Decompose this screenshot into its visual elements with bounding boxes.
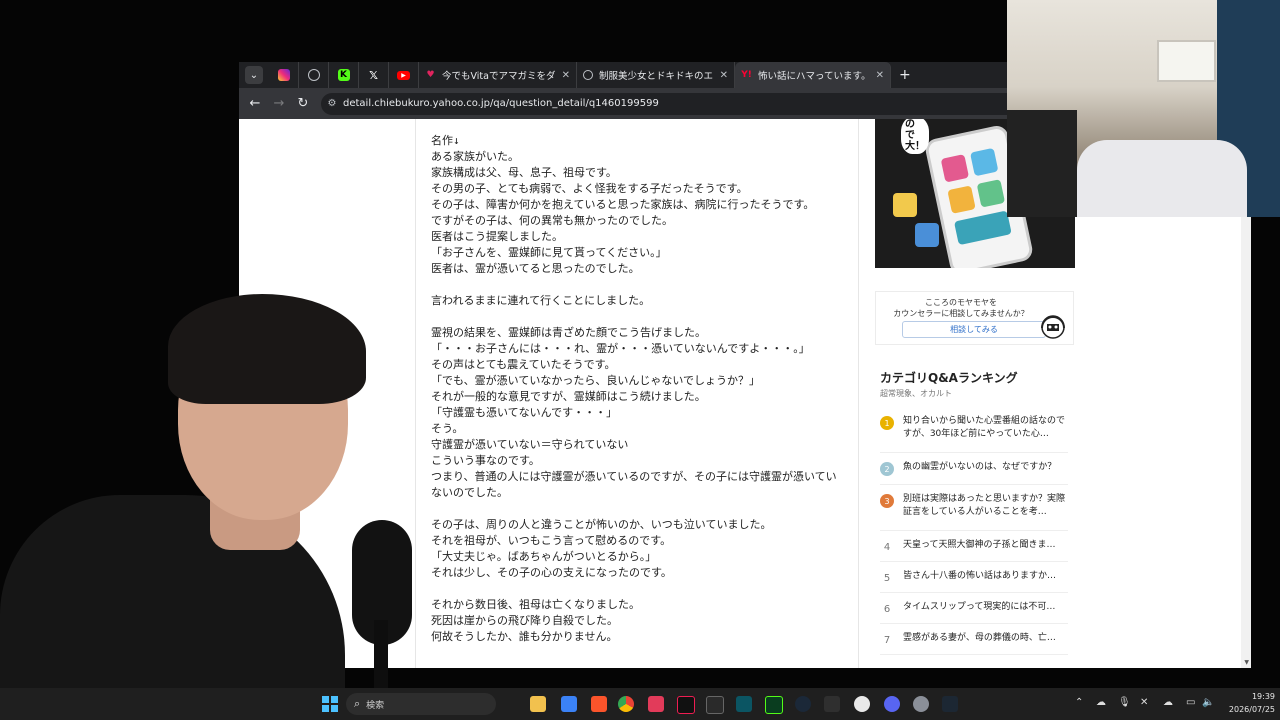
tab-title: 今でもVitaでアマガミをダウンロード (442, 71, 556, 82)
chiebukuro-icon: Y! (741, 70, 752, 80)
rank-number: 1 (880, 416, 894, 430)
consult-button[interactable]: 相談してみる (902, 321, 1046, 338)
ranking-item[interactable]: 1 知り合いから聞いた心霊番組の話なのですが、30年ほど前にやっていた心… (880, 407, 1068, 453)
pinned-tab-kick[interactable]: K (329, 62, 359, 88)
room-bed (1077, 140, 1247, 217)
pinned-tab-youtube[interactable]: ▶ (389, 62, 419, 88)
ranking-item[interactable]: 5 皆さん十八番の怖い話はありますか… (880, 562, 1068, 593)
settings-gear-icon[interactable] (913, 696, 929, 712)
ranking-title: カテゴリQ&Aランキング (880, 371, 1018, 385)
reload-icon[interactable]: ↻ (291, 96, 315, 111)
tab-title: 制服美少女とドキドキのエロチャット (599, 71, 714, 82)
ranking-item[interactable]: 4 天皇って天照大御神の子孫と聞きま… (880, 531, 1068, 562)
close-tab-icon[interactable]: ✕ (720, 70, 728, 81)
counsel-line-1: こころのモヤモヤを (925, 298, 997, 307)
blocked-icon (307, 69, 320, 81)
address-text: detail.chiebukuro.yahoo.co.jp/qa/questio… (343, 98, 659, 109)
rank-question-text: 魚の幽霊がいないのは、なぜですか？ (903, 462, 1057, 472)
close-tab-icon[interactable]: ✕ (876, 70, 884, 81)
ranking-item[interactable]: 2 魚の幽霊がいないのは、なぜですか？ (880, 453, 1068, 485)
answer-body-text: 名作↓ ある家族がいた。 家族構成は父、母、息子、祖母です。 その男の子、とても… (431, 134, 837, 643)
gift-icon (893, 193, 917, 217)
steam-icon[interactable] (795, 696, 811, 712)
app-icon[interactable] (824, 696, 840, 712)
globe-icon (583, 70, 593, 80)
clock-date[interactable]: 2026/07/25 (1217, 705, 1275, 714)
rank-number: 4 (883, 541, 891, 553)
pinned-tab-x[interactable]: 𝕏 (359, 62, 389, 88)
room-window (1157, 40, 1216, 82)
room-desk (1007, 110, 1077, 217)
rank-question-text: タイムスリップって現実的には不可… (903, 602, 1056, 612)
rank-number: 2 (880, 462, 894, 476)
mascot-icon (1041, 315, 1065, 339)
counsel-line-2: カウンセラーに相談してみませんか？ (893, 309, 1029, 318)
clock-time[interactable]: 19:39 (1245, 692, 1275, 701)
new-tab-button[interactable]: + (899, 67, 911, 83)
x-logo-icon: 𝕏 (369, 68, 378, 82)
discord-icon[interactable] (884, 696, 900, 712)
windows-start-icon[interactable] (322, 696, 338, 712)
back-arrow-icon[interactable]: ← (243, 96, 267, 111)
ad-text: の で 大！ (901, 119, 929, 154)
kick-icon: K (337, 69, 350, 81)
answer-column: 名作↓ ある家族がいた。 家族構成は父、母、息子、祖母です。 その男の子、とても… (415, 119, 859, 668)
obs-icon[interactable] (854, 696, 870, 712)
taskbar-search[interactable]: ⌕ 検索 (346, 693, 496, 715)
rank-number: 6 (883, 603, 891, 615)
tab-search-button[interactable]: ⌄ (245, 66, 263, 84)
pinned-tab-blocked[interactable] (299, 62, 329, 88)
file-explorer-icon[interactable] (530, 696, 546, 712)
network-icon[interactable]: ▭ (1186, 697, 1195, 708)
close-tab-icon[interactable]: ✕ (562, 70, 570, 81)
youtube-icon: ▶ (397, 70, 410, 80)
webcam-overlay (1007, 0, 1280, 217)
scroll-down-arrow-icon[interactable]: ▼ (1244, 659, 1249, 666)
tab-chat[interactable]: 制服美少女とドキドキのエロチャット ✕ (577, 62, 735, 88)
rank-question-text: 別班は実際はあったと思いますか？実際証言をしている人がいることを考… (903, 494, 1066, 517)
ranking-item[interactable]: 6 タイムスリップって現実的には不可… (880, 593, 1068, 624)
volume-icon[interactable]: 🔈 (1202, 697, 1214, 708)
tiktok-icon[interactable] (677, 696, 695, 714)
app-icon[interactable] (942, 696, 958, 712)
rank-question-text: 皆さん十八番の怖い話はありますか… (903, 571, 1057, 581)
rank-number: 3 (880, 494, 894, 508)
ranking-item[interactable]: 3 別班は実際はあったと思いますか？実際証言をしている人がいることを考… (880, 485, 1068, 531)
counseling-banner: こころのモヤモヤを カウンセラーに相談してみませんか？ 相談してみる (875, 291, 1074, 345)
rank-question-text: 天皇って天照大御神の子孫と聞きま… (903, 540, 1056, 550)
cloud-icon[interactable]: ☁ (1096, 697, 1106, 708)
microphone-icon[interactable]: 🎙 (1118, 697, 1131, 708)
rank-question-text: 知り合いから聞いた心霊番組の話なのですが、30年ほど前にやっていた心… (903, 416, 1066, 439)
tab-title: 怖い話にハマっています。みなさんが (758, 71, 870, 82)
search-icon: ⌕ (354, 697, 361, 710)
app-icon[interactable] (648, 696, 664, 712)
app-icon[interactable] (561, 696, 577, 712)
close-icon[interactable]: ✕ (1140, 697, 1148, 708)
tab-amagami[interactable]: ♥ 今でもVitaでアマガミをダウンロード ✕ (419, 62, 577, 88)
streamer-hair (168, 294, 366, 404)
pinned-tab-instagram[interactable] (269, 62, 299, 88)
ranking-item[interactable]: 7 霊感がある妻が、母の葬儀の時、亡… (880, 624, 1068, 655)
app-icon[interactable] (736, 696, 752, 712)
brave-icon[interactable] (591, 696, 607, 712)
ranking-list: 1 知り合いから聞いた心霊番組の話なのですが、30年ほど前にやっていた心… 2 魚の幽… (880, 407, 1068, 655)
forward-arrow-icon[interactable]: → (267, 96, 291, 111)
rank-number: 7 (883, 634, 891, 646)
ranking-category[interactable]: 超常現象、オカルト (880, 388, 952, 399)
tab-chiebukuro[interactable]: Y! 怖い話にハマっています。みなさんが ✕ (735, 62, 891, 88)
rank-question-text: 霊感がある妻が、母の葬儀の時、亡… (903, 633, 1056, 643)
site-info-icon[interactable]: ⚙ (321, 98, 343, 109)
plane-icon (915, 223, 939, 247)
chevron-up-icon[interactable]: ⌃ (1075, 697, 1083, 708)
instagram-icon (277, 69, 290, 81)
red-heart-icon: ♥ (426, 70, 435, 80)
taskbar: ⌕ 検索 ⌃ ☁ 🎙 ✕ ☁ ▭ 🔈 19:39 2026/07/25 (0, 688, 1280, 720)
app-icon[interactable] (706, 696, 724, 714)
search-placeholder: 検索 (366, 700, 385, 711)
app-icon[interactable] (765, 696, 783, 714)
mouse-cursor-icon: ↖ (405, 419, 416, 433)
rank-number: 5 (883, 572, 891, 584)
chrome-icon[interactable] (618, 696, 634, 712)
onedrive-icon[interactable]: ☁ (1163, 697, 1173, 708)
